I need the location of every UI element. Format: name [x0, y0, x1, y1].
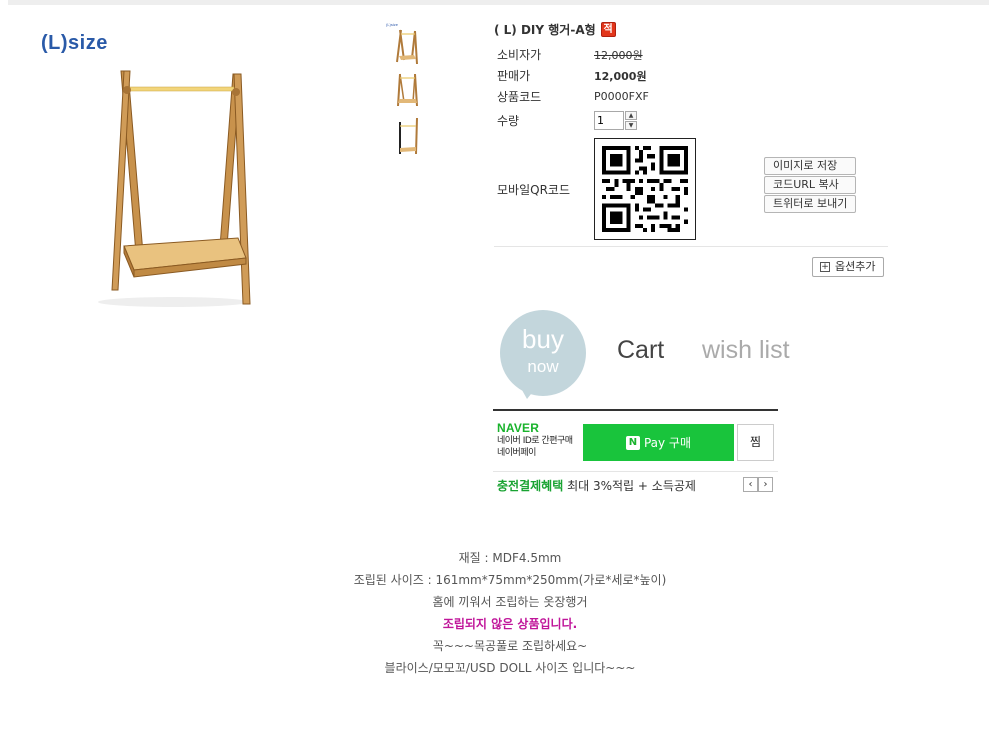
- naver-pay-buy-button[interactable]: N Pay 구매: [583, 424, 734, 461]
- description-line: 꼭~~~목공풀로 조립하세요~: [432, 639, 588, 653]
- plus-icon: +: [820, 262, 830, 272]
- quantity-input[interactable]: [594, 110, 624, 130]
- thumbnail-1[interactable]: (L)size: [384, 22, 420, 66]
- hanger-illustration: [98, 70, 251, 307]
- sale-price-value: 12,000원: [594, 69, 647, 83]
- description-line: 홈에 끼워서 조립하는 옷장행거: [432, 595, 588, 609]
- consumer-price-value: 12,000원: [594, 48, 643, 62]
- sale-price-row: 판매가 12,000원: [494, 65, 888, 86]
- naver-n-icon: N: [625, 435, 640, 450]
- main-product-image[interactable]: (L)size: [38, 28, 268, 318]
- prev-arrow-icon[interactable]: ‹: [743, 477, 758, 492]
- naver-pay-desc-2: 네이버페이: [497, 448, 536, 458]
- buy-now-button[interactable]: buy now: [497, 309, 589, 401]
- product-code-row: 상품코드 P0000FXF: [494, 86, 888, 107]
- wish-list-button[interactable]: wish list: [702, 336, 790, 365]
- quantity-row: 수량 ▲ ▼: [494, 107, 888, 133]
- description-line: 조립된 사이즈 : 161mm*75mm*250mm(가로*세로*높이): [353, 573, 667, 587]
- naver-pay-desc-1: 네이버 ID로 간편구매: [497, 436, 573, 446]
- qr-label: 모바일QR코드: [497, 182, 570, 197]
- thumbnail-list: (L)size: [384, 22, 424, 160]
- thumbnail-hanger-image: [397, 73, 418, 107]
- cart-button[interactable]: Cart: [617, 336, 664, 365]
- title-row: ( L) DIY 행거-A형 적: [494, 18, 888, 40]
- add-option-button[interactable]: + 옵션추가: [812, 257, 885, 277]
- consumer-price-label: 소비자가: [497, 48, 542, 62]
- naver-pay-separator: [493, 471, 778, 472]
- naver-benefit: 충전결제혜택 최대 3%적립 + 소득공제: [497, 477, 696, 494]
- naver-pay-info: NAVER 네이버 ID로 간편구매 네이버페이: [497, 421, 573, 459]
- benefit-text: 최대 3%적립 + 소득공제: [567, 479, 696, 493]
- thumbnail-3[interactable]: [384, 114, 420, 158]
- quantity-down-button[interactable]: ▼: [625, 120, 637, 130]
- add-option-label: 옵션추가: [835, 260, 876, 273]
- size-label: (L)size: [41, 32, 108, 54]
- qr-code: [594, 138, 696, 240]
- quantity-stepper: ▲ ▼: [594, 110, 637, 130]
- speech-bubble-icon: [500, 310, 586, 399]
- product-description: 재질 : MDF4.5mm 조립된 사이즈 : 161mm*75mm*250mm…: [0, 547, 989, 679]
- copy-url-button[interactable]: 코드URL 복사: [764, 176, 857, 194]
- now-label: now: [527, 357, 559, 376]
- product-code-value: P0000FXF: [594, 90, 649, 103]
- thumbnail-2[interactable]: [384, 68, 420, 112]
- buy-label: buy: [522, 324, 564, 354]
- product-info-table: 소비자가 12,000원 판매가 12,000원 상품코드 P0000FXF 수…: [494, 44, 888, 241]
- thumbnail-hanger-image: [399, 117, 418, 155]
- naver-pay-buy-label: Pay 구매: [643, 436, 692, 450]
- qr-actions: 이미지로 저장 코드URL 복사 트위터로 보내기: [764, 157, 857, 214]
- naver-wish-button[interactable]: 찜: [737, 424, 774, 461]
- product-info: ( L) DIY 행거-A형 적 소비자가 12,000원 판매가 12,000…: [494, 18, 888, 241]
- quantity-label: 수량: [497, 113, 520, 128]
- product-code-label: 상품코드: [497, 90, 542, 104]
- description-line: 재질 : MDF4.5mm: [458, 551, 562, 565]
- qr-code-image: [602, 146, 688, 232]
- info-divider: [494, 246, 888, 247]
- naver-logo: NAVER: [497, 421, 540, 435]
- thumbnail-hanger-image: [396, 29, 418, 65]
- sale-price-label: 판매가: [497, 69, 531, 83]
- description-line-emphasis: 조립되지 않은 상품입니다.: [442, 617, 578, 631]
- send-twitter-button[interactable]: 트위터로 보내기: [764, 195, 857, 213]
- quantity-up-button[interactable]: ▲: [625, 110, 637, 120]
- benefit-highlight: 충전결제혜택: [497, 479, 564, 493]
- next-arrow-icon[interactable]: ›: [758, 477, 773, 492]
- qr-row: 모바일QR코드 이미지로 저장 코드URL 복사 트위터로 보내기: [494, 137, 888, 241]
- description-line: 블라이스/모모꼬/USD DOLL 사이즈 입니다~~~: [384, 661, 636, 675]
- quantity-buttons: ▲ ▼: [625, 110, 637, 130]
- naver-pay-panel: NAVER 네이버 ID로 간편구매 네이버페이 N Pay 구매 찜 충전결제…: [493, 409, 778, 497]
- point-badge: 적: [600, 21, 616, 37]
- consumer-price-row: 소비자가 12,000원: [494, 44, 888, 65]
- product-title: ( L) DIY 행거-A형: [494, 22, 596, 37]
- top-bar: [8, 0, 989, 5]
- benefit-arrows: ‹ ›: [743, 477, 773, 492]
- thumbnail-size-label: (L)size: [386, 22, 399, 27]
- save-image-button[interactable]: 이미지로 저장: [764, 157, 857, 175]
